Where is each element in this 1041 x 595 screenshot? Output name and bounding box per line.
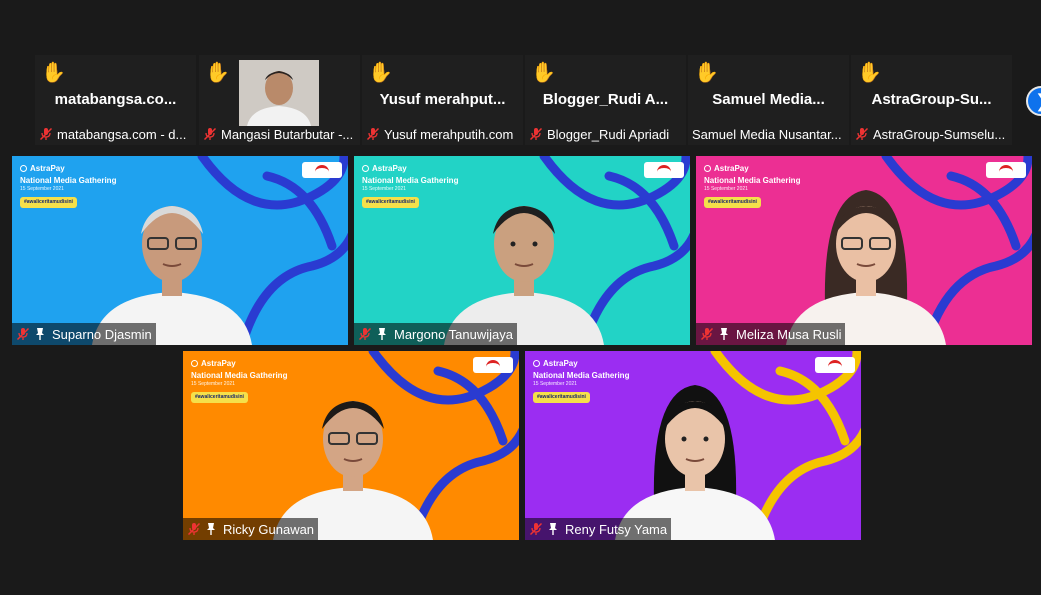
event-date: 15 September 2021 [362,186,406,192]
event-date: 15 September 2021 [704,186,748,192]
anniversary-badge-logo [302,162,342,178]
background-branding: AstraPay National Media Gathering 15 Septe… [191,359,287,403]
raised-hand-icon: ✋ [368,60,393,84]
event-hashtag: #awaliceritamudisini [533,392,590,403]
participant-name: Yusuf merahputih.com [384,126,514,142]
raised-hand-icon: ✋ [41,60,66,84]
participant-name-label: Mangasi Butarbutar -... [199,123,360,145]
anniversary-badge-logo [986,162,1026,178]
participant-display-name: matabangsa.co... [54,91,177,108]
participant-name: matabangsa.com - d... [57,126,187,142]
astrapay-logo: AstraPay [20,164,116,173]
background-branding: AstraPay National Media Gathering 15 Septe… [704,164,800,208]
participant-tile[interactable]: ✋ matabangsa.co... matabangsa.com - d... [35,55,196,145]
participant-name: Blogger_Rudi Apriadi [547,126,670,142]
event-title: National Media Gathering [191,371,288,380]
video-tile[interactable]: AstraPay National Media Gathering 15 Septe… [354,156,690,345]
mic-muted-icon [529,522,543,536]
event-title: National Media Gathering [704,176,801,185]
background-branding: AstraPay National Media Gathering 15 Septe… [533,359,629,403]
mic-muted-icon [39,127,53,141]
event-title: National Media Gathering [533,371,630,380]
background-branding: AstraPay National Media Gathering 15 Septe… [20,164,116,208]
participant-photo [239,60,319,126]
event-title: National Media Gathering [20,176,117,185]
participant-display-name: Blogger_Rudi A... [542,91,669,108]
participant-display-name: AstraGroup-Su... [871,91,992,108]
anniversary-badge-logo [815,357,855,373]
event-hashtag: #awaliceritamudisini [704,197,761,208]
participant-name: Mangasi Butarbutar -... [221,126,354,142]
event-hashtag: #awaliceritamudisini [191,392,248,403]
event-hashtag: #awaliceritamudisini [362,197,419,208]
pin-icon [36,328,44,340]
raised-hand-icon: ✋ [857,60,882,84]
pin-icon [720,328,728,340]
video-name-label: Suparno Djasmin [12,323,156,345]
participant-name: Suparno Djasmin [52,326,152,342]
astrapay-logo: AstraPay [704,164,800,173]
mic-muted-icon [700,327,714,341]
participant-name: Reny Futsy Yama [565,521,668,537]
mic-muted-icon [16,327,30,341]
participant-tile[interactable]: ✋ Mangasi Butarbutar -... [199,55,360,145]
participant-tile[interactable]: ✋ AstraGroup-Su... AstraGroup-Sumselu... [851,55,1012,145]
participant-tile[interactable]: ✋ Blogger_Rudi A... Blogger_Rudi Apriadi [525,55,686,145]
participant-name-label: Samuel Media Nusantar... [688,123,849,145]
video-tile[interactable]: AstraPay National Media Gathering 15 Septe… [696,156,1032,345]
video-name-label: Meliza Musa Rusli [696,323,846,345]
participant-tile[interactable]: ✋ Yusuf merahput... Yusuf merahputih.com [362,55,523,145]
participant-name: AstraGroup-Sumselu... [873,126,1006,142]
mic-muted-icon [203,127,217,141]
video-tile[interactable]: AstraPay National Media Gathering 15 Septe… [525,351,861,540]
astrapay-logo: AstraPay [533,359,629,368]
event-hashtag: #awaliceritamudisini [20,197,77,208]
chevron-right-icon: ❯ [1035,91,1041,111]
event-date: 15 September 2021 [533,381,577,387]
mic-muted-icon [187,522,201,536]
video-name-label: Margono Tanuwijaya [354,323,517,345]
participant-name: Meliza Musa Rusli [736,326,842,342]
participant-name: Ricky Gunawan [223,521,315,537]
raised-hand-icon: ✋ [531,60,556,84]
participant-name-label: AstraGroup-Sumselu... [851,123,1012,145]
next-page-button[interactable]: ❯ [1026,86,1041,116]
mic-muted-icon [855,127,869,141]
event-date: 15 September 2021 [191,381,235,387]
raised-hand-icon: ✋ [205,60,230,84]
anniversary-badge-logo [473,357,513,373]
participant-display-name: Samuel Media... [712,91,825,108]
participant-name-label: Yusuf merahputih.com [362,123,523,145]
event-title: National Media Gathering [362,176,459,185]
mic-muted-icon [366,127,380,141]
pin-icon [207,523,215,535]
pin-icon [549,523,557,535]
raised-hand-icon: ✋ [694,60,719,84]
mic-muted-icon [358,327,372,341]
astrapay-logo: AstraPay [362,164,458,173]
participant-name: Margono Tanuwijaya [394,326,513,342]
participant-name-label: Blogger_Rudi Apriadi [525,123,686,145]
participant-tile[interactable]: ✋ Samuel Media... Samuel Media Nusantar... [688,55,849,145]
mic-muted-icon [529,127,543,141]
astrapay-logo: AstraPay [191,359,287,368]
video-tile[interactable]: AstraPay National Media Gathering 15 Septe… [183,351,519,540]
video-name-label: Ricky Gunawan [183,518,319,540]
video-tile[interactable]: AstraPay National Media Gathering 15 Septe… [12,156,348,345]
anniversary-badge-logo [644,162,684,178]
pin-icon [378,328,386,340]
participant-display-name: Yusuf merahput... [379,91,506,108]
video-name-label: Reny Futsy Yama [525,518,672,540]
event-date: 15 September 2021 [20,186,64,192]
participant-name: Samuel Media Nusantar... [692,126,842,142]
background-branding: AstraPay National Media Gathering 15 Septe… [362,164,458,208]
participant-name-label: matabangsa.com - d... [35,123,196,145]
